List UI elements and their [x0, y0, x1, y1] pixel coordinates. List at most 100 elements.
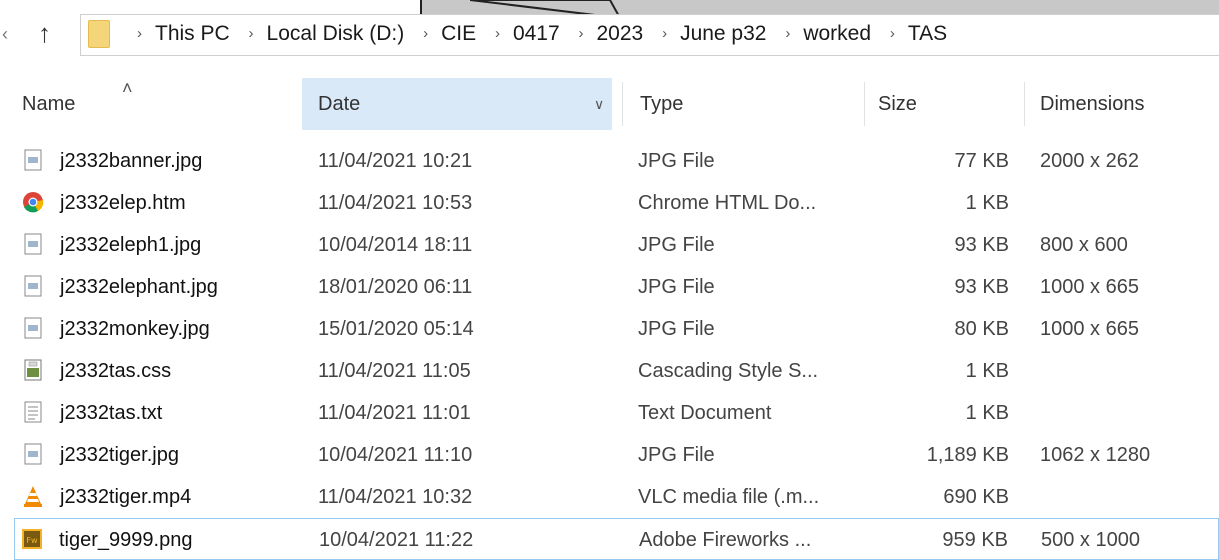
column-header-label: Type [640, 93, 684, 115]
file-dimensions: 1000 x 665 [1040, 318, 1139, 340]
column-header-label: Name [22, 93, 76, 115]
file-size: 1 KB [965, 402, 1009, 424]
breadcrumb-item[interactable]: This PC [155, 22, 230, 45]
file-row[interactable]: j2332eleph1.jpg 10/04/2014 18:11 JPG Fil… [0, 224, 1219, 266]
column-header-dimensions[interactable]: Dimensions [1040, 78, 1210, 130]
breadcrumb-item[interactable]: TAS [908, 22, 947, 45]
up-arrow-icon[interactable]: ↑ [38, 18, 51, 49]
image-file-icon [24, 317, 42, 339]
column-header-size[interactable]: Size [878, 78, 1018, 130]
file-type: VLC media file (.m... [638, 486, 820, 508]
file-name: j2332banner.jpg [60, 150, 203, 172]
chevron-down-icon[interactable]: ∨ [594, 78, 604, 130]
file-date: 11/04/2021 11:01 [318, 402, 471, 424]
file-row[interactable]: j2332tiger.jpg 10/04/2021 11:10 JPG File… [0, 434, 1219, 476]
file-name: j2332tas.css [60, 360, 172, 382]
file-row[interactable]: j2332banner.jpg 11/04/2021 10:21 JPG Fil… [0, 140, 1219, 182]
chevron-right-icon[interactable]: › [249, 25, 254, 42]
chevron-right-icon[interactable]: › [137, 25, 142, 42]
file-date: 10/04/2021 11:22 [319, 529, 474, 551]
file-row[interactable]: j2332elep.htm 11/04/2021 10:53 Chrome HT… [0, 182, 1219, 224]
file-name: j2332eleph1.jpg [60, 234, 202, 256]
chevron-right-icon[interactable]: › [423, 25, 428, 42]
image-file-icon [24, 149, 42, 171]
file-dimensions: 500 x 1000 [1041, 529, 1140, 551]
image-file-icon [24, 233, 42, 255]
breadcrumb-item[interactable]: Local Disk (D:) [267, 22, 405, 45]
breadcrumb-item[interactable]: 2023 [597, 22, 644, 45]
address-bar-row: ‹ ↑ › This PC › Local Disk (D:) › CIE › 0417… [0, 0, 1219, 70]
breadcrumb-item[interactable]: 0417 [513, 22, 560, 45]
css-file-icon [24, 359, 42, 381]
file-type: Text Document [638, 402, 772, 424]
image-file-icon [24, 275, 42, 297]
column-divider[interactable] [864, 82, 865, 126]
column-divider[interactable] [622, 82, 623, 126]
breadcrumb: › This PC › Local Disk (D:) › CIE › 0417 › 20… [124, 22, 947, 46]
file-type: Chrome HTML Do... [638, 192, 817, 214]
file-type: Cascading Style S... [638, 360, 819, 382]
file-row-selected[interactable]: Fw tiger_9999.png 10/04/2021 11:22 Adobe… [14, 518, 1219, 560]
file-dimensions: 800 x 600 [1040, 234, 1128, 256]
column-divider[interactable] [1024, 82, 1025, 126]
file-type: JPG File [638, 276, 715, 298]
file-dimensions: 2000 x 262 [1040, 150, 1139, 172]
file-date: 10/04/2021 11:10 [318, 444, 473, 466]
file-name: tiger_9999.png [59, 529, 193, 551]
folder-icon [88, 20, 110, 48]
file-size: 93 KB [954, 276, 1009, 298]
file-row[interactable]: j2332monkey.jpg 15/01/2020 05:14 JPG Fil… [0, 308, 1219, 350]
file-row[interactable]: j2332tiger.mp4 11/04/2021 10:32 VLC medi… [0, 476, 1219, 518]
file-date: 11/04/2021 10:21 [318, 150, 473, 172]
file-type: JPG File [638, 234, 715, 256]
file-size: 690 KB [943, 486, 1009, 508]
chevron-right-icon[interactable]: › [890, 25, 895, 42]
file-date: 11/04/2021 10:53 [318, 192, 473, 214]
file-dimensions: 1062 x 1280 [1040, 444, 1151, 466]
file-size: 93 KB [954, 234, 1009, 256]
file-name: j2332elep.htm [60, 192, 186, 214]
breadcrumb-item[interactable]: CIE [441, 22, 476, 45]
file-name: j2332tiger.jpg [60, 444, 179, 466]
file-type: JPG File [638, 150, 715, 172]
chevron-right-icon[interactable]: › [785, 25, 790, 42]
file-dimensions: 1000 x 665 [1040, 276, 1139, 298]
vlc-icon [24, 486, 42, 507]
file-type: Adobe Fireworks ... [639, 529, 812, 551]
file-size: 77 KB [954, 150, 1009, 172]
file-date: 18/01/2020 06:11 [318, 276, 473, 298]
file-date: 15/01/2020 05:14 [318, 318, 474, 340]
chevron-right-icon[interactable]: › [662, 25, 667, 42]
file-size: 1 KB [965, 360, 1009, 382]
file-name: j2332tiger.mp4 [60, 486, 192, 508]
file-date: 10/04/2014 18:11 [318, 234, 473, 256]
image-file-icon [24, 443, 42, 465]
column-header-type[interactable]: Type [640, 78, 860, 130]
file-date: 11/04/2021 11:05 [318, 360, 471, 382]
breadcrumb-item[interactable]: June p32 [680, 22, 766, 45]
file-size: 1,189 KB [926, 444, 1009, 466]
file-size: 1 KB [965, 192, 1009, 214]
column-header-name[interactable]: ˄ Name [22, 78, 302, 130]
column-header-label: Date [318, 93, 361, 115]
chevron-right-icon[interactable]: › [579, 25, 584, 42]
file-size: 959 KB [942, 529, 1008, 551]
file-row[interactable]: j2332elephant.jpg 18/01/2020 06:11 JPG F… [0, 266, 1219, 308]
back-arrow-icon[interactable]: ‹ [2, 24, 8, 45]
column-header-label: Dimensions [1040, 93, 1145, 115]
file-row[interactable]: j2332tas.css 11/04/2021 11:05 Cascading … [0, 350, 1219, 392]
chevron-right-icon[interactable]: › [495, 25, 500, 42]
file-type: JPG File [638, 444, 715, 466]
fireworks-icon: Fw [22, 529, 42, 549]
column-headers: ˄ Name Date ∨ Type Size Dimensions [0, 78, 1219, 130]
file-type: JPG File [638, 318, 715, 340]
file-date: 11/04/2021 10:32 [318, 486, 473, 508]
chrome-icon [23, 192, 44, 213]
column-header-date[interactable]: Date ∨ [302, 78, 612, 130]
file-row[interactable]: j2332tas.txt 11/04/2021 11:01 Text Docum… [0, 392, 1219, 434]
sort-up-icon: ˄ [122, 78, 133, 98]
column-header-label: Size [878, 93, 917, 115]
text-file-icon [24, 401, 42, 423]
breadcrumb-item[interactable]: worked [803, 22, 871, 45]
file-name: j2332tas.txt [60, 402, 163, 424]
